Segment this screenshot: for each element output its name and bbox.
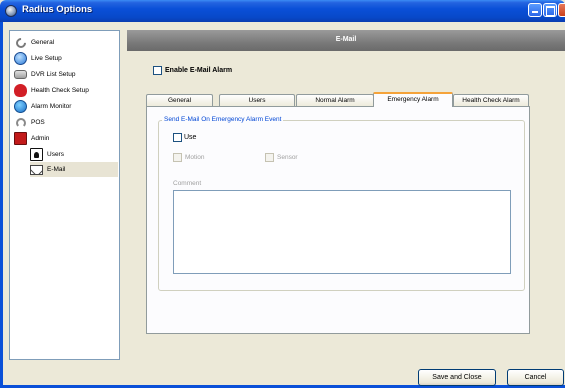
tree-item-dvr-list-setup[interactable]: DVR List Setup	[14, 67, 75, 82]
users-icon	[30, 148, 43, 161]
motion-checkbox[interactable]: Motion	[173, 153, 205, 162]
tree-item-label: POS	[31, 119, 45, 126]
tree-item-label: Users	[47, 151, 64, 158]
enable-email-alarm-checkbox[interactable]: Enable E-Mail Alarm	[153, 66, 232, 75]
tree-item-admin[interactable]: Admin	[14, 131, 49, 146]
save-and-close-button[interactable]: Save and Close	[418, 369, 496, 386]
tree-item-pos[interactable]: POS	[14, 115, 45, 130]
section-title: E-Mail	[335, 36, 357, 43]
tree-item-label: General	[31, 39, 55, 46]
tab-emergency-alarm[interactable]: Emergency Alarm	[373, 92, 453, 107]
use-label: Use	[184, 134, 197, 141]
motion-label: Motion	[185, 154, 205, 161]
comment-textarea[interactable]	[173, 190, 511, 274]
wrench-icon	[13, 35, 28, 50]
group-title: Send E-Mail On Emergency Alarm Event	[162, 116, 284, 123]
checkbox-box[interactable]	[173, 153, 182, 162]
live-icon	[14, 52, 27, 65]
email-icon	[30, 164, 43, 175]
tree-item-health-check-setup[interactable]: Health Check Setup	[14, 83, 89, 98]
window-frame-left	[0, 22, 3, 388]
tree-item-label: DVR List Setup	[31, 71, 76, 78]
options-tree: General Live Setup DVR List Setup Health…	[9, 30, 120, 360]
app-icon	[5, 5, 17, 17]
tree-item-label: E-Mail	[47, 166, 66, 173]
sensor-label: Sensor	[277, 154, 298, 161]
tree-item-label: Live Setup	[31, 55, 62, 62]
checkbox-box[interactable]	[173, 133, 182, 142]
tree-item-email[interactable]: E-Mail	[30, 162, 118, 177]
title-bar: Radius Options	[0, 0, 565, 22]
maximize-button[interactable]	[543, 3, 557, 17]
dvr-icon	[14, 70, 27, 79]
tree-item-live-setup[interactable]: Live Setup	[14, 51, 62, 66]
heart-icon	[14, 84, 27, 97]
enable-email-alarm-label: Enable E-Mail Alarm	[165, 67, 233, 74]
tree-item-label: Health Check Setup	[31, 87, 89, 94]
sensor-checkbox[interactable]: Sensor	[265, 153, 298, 162]
cancel-button[interactable]: Cancel	[507, 369, 564, 386]
use-checkbox[interactable]: Use	[173, 133, 196, 142]
tree-item-users[interactable]: Users	[30, 147, 64, 162]
tree-item-label: Alarm Monitor	[31, 103, 72, 110]
minimize-button[interactable]	[528, 3, 542, 17]
checkbox-box[interactable]	[265, 153, 274, 162]
section-header: E-Mail	[127, 30, 565, 51]
comment-label: Comment	[173, 180, 202, 187]
window-title: Radius Options	[22, 4, 93, 15]
admin-icon	[14, 132, 27, 145]
pos-icon	[14, 116, 27, 129]
alarm-icon	[14, 100, 27, 113]
tree-item-alarm-monitor[interactable]: Alarm Monitor	[14, 99, 71, 114]
checkbox-box[interactable]	[153, 66, 162, 75]
tree-item-label: Admin	[31, 135, 50, 142]
tree-item-general[interactable]: General	[13, 35, 55, 50]
close-button[interactable]	[558, 3, 565, 17]
